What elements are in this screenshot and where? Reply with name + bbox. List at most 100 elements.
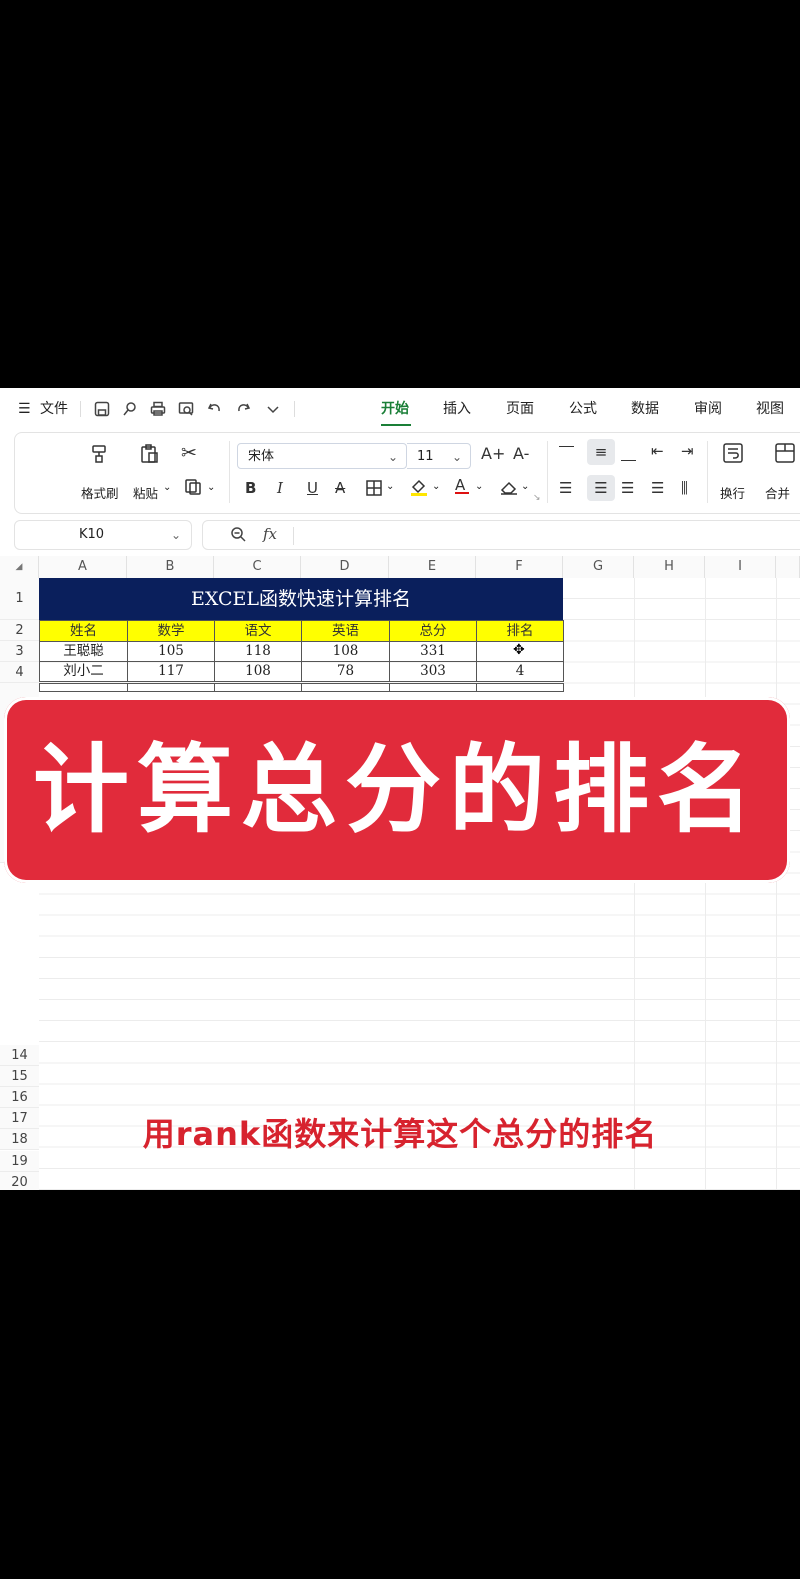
column-header[interactable]: E bbox=[389, 556, 476, 578]
dialog-launcher-icon[interactable]: ↘ bbox=[533, 493, 541, 503]
file-menu[interactable]: 文件 bbox=[40, 388, 68, 430]
row-header[interactable]: 4 bbox=[0, 662, 39, 683]
header-cell[interactable]: 数学 bbox=[127, 620, 215, 642]
link-icon[interactable] bbox=[121, 400, 139, 420]
font-grow-icon[interactable]: A+ bbox=[481, 444, 505, 463]
ribbon-toolbar: 格式刷 粘贴 ⌄ ✂ ⌄ 宋体 ⌄ 11 ⌄ A+ A- B I U A ⌄ ⌄… bbox=[14, 432, 800, 514]
paste-label[interactable]: 粘贴 bbox=[133, 483, 158, 502]
tab-page[interactable]: 页面 bbox=[506, 388, 534, 430]
column-header[interactable]: B bbox=[127, 556, 214, 578]
border-icon[interactable] bbox=[365, 479, 383, 502]
chevron-down-icon[interactable] bbox=[264, 400, 282, 420]
menu-icon[interactable]: ☰ bbox=[18, 388, 31, 430]
chevron-down-icon[interactable]: ⌄ bbox=[475, 481, 483, 492]
column-header[interactable]: C bbox=[214, 556, 301, 578]
indent-increase-icon[interactable]: ⇥ bbox=[681, 442, 694, 460]
align-bottom-icon[interactable]: ⎽ bbox=[621, 444, 636, 462]
header-cell[interactable]: 排名 bbox=[476, 620, 564, 642]
column-header[interactable]: G bbox=[563, 556, 634, 578]
paste-icon[interactable] bbox=[139, 443, 161, 470]
justify-icon[interactable]: ☰ bbox=[651, 479, 664, 497]
strikethrough-button[interactable]: A bbox=[335, 479, 345, 497]
format-painter-label[interactable]: 格式刷 bbox=[81, 483, 119, 502]
chevron-down-icon[interactable]: ⌄ bbox=[432, 481, 440, 492]
font-size-select[interactable]: 11 ⌄ bbox=[407, 443, 471, 469]
align-right-icon[interactable]: ☰ bbox=[621, 479, 634, 497]
table-cell[interactable]: 303 bbox=[389, 661, 477, 682]
merge-cells-label[interactable]: 合并 bbox=[765, 483, 790, 502]
tab-view[interactable]: 视图 bbox=[756, 388, 784, 430]
align-top-icon[interactable]: ⎺ bbox=[559, 444, 574, 462]
redo-icon[interactable] bbox=[234, 400, 252, 420]
table-cell[interactable]: 108 bbox=[214, 661, 302, 682]
table-cell[interactable]: 刘小二 bbox=[39, 661, 128, 682]
column-header[interactable]: I bbox=[705, 556, 776, 578]
copy-icon[interactable] bbox=[183, 477, 203, 502]
table-cell[interactable]: 4 bbox=[476, 661, 564, 682]
column-header[interactable] bbox=[776, 556, 800, 578]
name-box-value: K10 bbox=[79, 527, 105, 542]
header-cell[interactable]: 语文 bbox=[214, 620, 302, 642]
italic-button[interactable]: I bbox=[277, 479, 283, 497]
row-header[interactable]: 20 bbox=[0, 1171, 39, 1190]
header-cell[interactable]: 姓名 bbox=[39, 620, 128, 642]
align-middle-icon[interactable]: ≡ bbox=[587, 439, 615, 465]
sheet-title-cell[interactable]: EXCEL函数快速计算排名 bbox=[39, 578, 563, 620]
save-icon[interactable] bbox=[93, 400, 111, 420]
header-cell[interactable]: 英语 bbox=[301, 620, 390, 642]
font-color-icon[interactable]: A bbox=[455, 476, 469, 494]
table-cell[interactable]: 331 bbox=[389, 641, 477, 662]
row-header[interactable]: 2 bbox=[0, 620, 39, 641]
ribbon-divider bbox=[547, 441, 548, 503]
chevron-down-icon[interactable]: ⌄ bbox=[163, 482, 171, 493]
tab-formula[interactable]: 公式 bbox=[569, 388, 597, 430]
print-preview-icon[interactable] bbox=[177, 400, 195, 420]
indent-decrease-icon[interactable]: ⇤ bbox=[651, 442, 664, 460]
font-name-select[interactable]: 宋体 ⌄ bbox=[237, 443, 407, 469]
name-box[interactable]: K10 ⌄ bbox=[14, 520, 192, 550]
merge-cells-icon[interactable] bbox=[773, 441, 797, 470]
cut-icon[interactable]: ✂ bbox=[181, 442, 197, 464]
distributed-icon[interactable]: ⫼ bbox=[681, 479, 688, 497]
row-header[interactable]: 16 bbox=[0, 1087, 39, 1109]
row-header[interactable]: 1 bbox=[0, 578, 39, 620]
font-shrink-icon[interactable]: A- bbox=[513, 444, 529, 463]
print-icon[interactable] bbox=[149, 400, 167, 420]
underline-button[interactable]: U bbox=[307, 479, 318, 497]
column-header[interactable]: A bbox=[39, 556, 127, 578]
table-cell[interactable]: 118 bbox=[214, 641, 302, 662]
tab-review[interactable]: 审阅 bbox=[694, 388, 722, 430]
align-left-icon[interactable]: ☰ bbox=[559, 479, 572, 497]
menu-bar: ☰ 文件 开始 插入 页面 公式 数据 审阅 视图 bbox=[0, 388, 800, 430]
fill-color-icon[interactable] bbox=[409, 477, 429, 502]
zoom-icon[interactable] bbox=[229, 525, 247, 547]
column-header[interactable]: D bbox=[301, 556, 389, 578]
table-cell[interactable]: 108 bbox=[301, 641, 390, 662]
score-table-top: 姓名 数学 语文 英语 总分 排名 王聪聪 105 118 108 331 刘小二 117 1… bbox=[39, 620, 564, 682]
chevron-down-icon[interactable]: ⌄ bbox=[207, 482, 215, 493]
table-cell[interactable]: 105 bbox=[127, 641, 215, 662]
chevron-down-icon[interactable]: ⌄ bbox=[521, 481, 529, 492]
fx-icon[interactable]: fx bbox=[263, 525, 277, 543]
row-header[interactable]: 14 bbox=[0, 1045, 39, 1066]
wrap-text-label[interactable]: 换行 bbox=[720, 483, 745, 502]
header-cell[interactable]: 总分 bbox=[389, 620, 477, 642]
column-header[interactable]: H bbox=[634, 556, 705, 578]
tab-insert[interactable]: 插入 bbox=[443, 388, 471, 430]
format-painter-icon[interactable] bbox=[89, 443, 111, 470]
undo-icon[interactable] bbox=[206, 400, 224, 420]
table-cell[interactable]: 117 bbox=[127, 661, 215, 682]
bold-button[interactable]: B bbox=[245, 479, 256, 497]
row-header[interactable]: 3 bbox=[0, 641, 39, 662]
formula-bar[interactable]: fx bbox=[202, 520, 800, 550]
tab-data[interactable]: 数据 bbox=[631, 388, 659, 430]
column-header[interactable]: F bbox=[476, 556, 563, 578]
row-header[interactable]: 15 bbox=[0, 1066, 39, 1088]
wrap-text-icon[interactable] bbox=[721, 441, 745, 470]
align-center-icon[interactable]: ☰ bbox=[587, 475, 615, 501]
chevron-down-icon[interactable]: ⌄ bbox=[386, 481, 394, 492]
table-cell[interactable]: 王聪聪 bbox=[39, 641, 128, 662]
select-all-corner[interactable]: ◢ bbox=[0, 556, 39, 578]
table-cell[interactable]: 78 bbox=[301, 661, 390, 682]
eraser-icon[interactable] bbox=[499, 478, 519, 501]
